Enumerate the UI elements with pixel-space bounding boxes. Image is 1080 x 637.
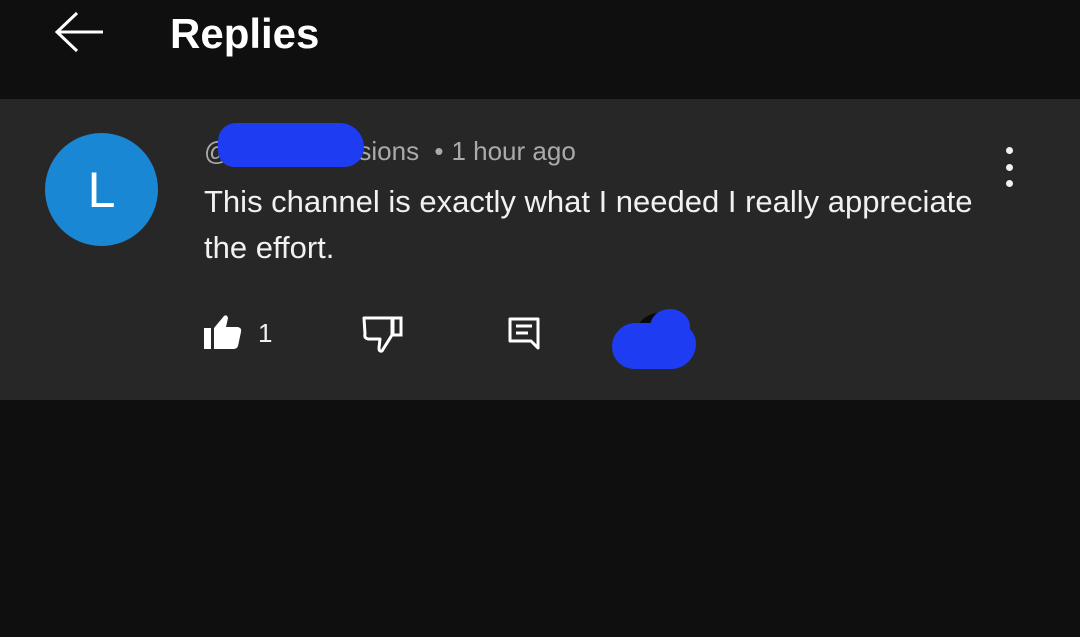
thumbs-down-icon <box>362 316 403 353</box>
page-title: Replies <box>170 10 320 57</box>
reply-button[interactable] <box>506 315 542 356</box>
like-button[interactable]: 1 <box>200 313 272 353</box>
app-header: Replies <box>0 0 1080 99</box>
creator-heart-badge: FE <box>610 305 702 375</box>
back-button[interactable] <box>48 6 112 58</box>
dislike-button[interactable] <box>358 313 406 360</box>
comment-actions: 1 FE <box>0 99 1080 400</box>
like-count: 1 <box>258 317 273 348</box>
reply-icon <box>508 317 540 350</box>
arrow-left-icon <box>54 11 103 53</box>
comment-card: L @sions •1 hour ago This channel is exa… <box>0 99 1080 400</box>
thumbs-up-icon <box>204 315 242 349</box>
redaction-mark <box>650 309 690 345</box>
